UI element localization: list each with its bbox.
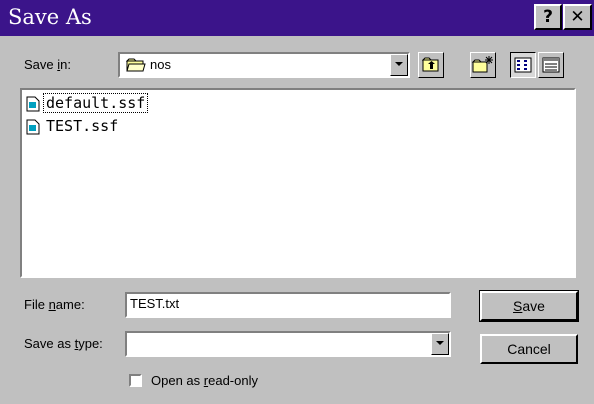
save-in-dropdown-arrow[interactable] [390, 54, 408, 76]
list-view-button[interactable] [510, 52, 536, 78]
read-only-label[interactable]: Open as read-only [151, 373, 258, 388]
save-in-value: nos [150, 57, 171, 72]
save-in-dropdown[interactable]: nos [118, 52, 410, 78]
help-icon: ? [543, 7, 553, 27]
create-new-folder-button[interactable] [470, 52, 496, 78]
details-view-button[interactable] [538, 52, 564, 78]
save-as-type-dropdown[interactable] [125, 331, 451, 357]
file-name-input[interactable]: TEST.txt [125, 292, 451, 318]
document-icon [26, 96, 40, 116]
close-button[interactable]: ✕ [563, 4, 592, 30]
file-name-label: File name: [24, 297, 85, 312]
file-name: TEST.ssf [46, 117, 119, 135]
up-one-level-button[interactable] [418, 52, 444, 78]
save-button[interactable]: Save [479, 290, 579, 322]
close-icon: ✕ [570, 7, 585, 27]
save-in-label: Save in: [24, 57, 71, 72]
help-button[interactable]: ? [534, 4, 562, 30]
file-list[interactable]: default.ssf TEST.ssf [20, 88, 576, 278]
folder-up-icon [422, 57, 439, 72]
document-icon [26, 119, 40, 139]
title-bar[interactable]: Save As ? ✕ [0, 0, 594, 36]
read-only-checkbox[interactable] [129, 374, 142, 387]
details-view-icon [542, 57, 560, 73]
folder-icon [125, 57, 146, 76]
file-name: default.ssf [42, 93, 149, 113]
cancel-button[interactable]: Cancel [480, 334, 578, 364]
chevron-down-icon [436, 341, 444, 345]
new-folder-icon [472, 56, 493, 73]
save-as-type-dropdown-arrow[interactable] [431, 333, 449, 355]
list-view-icon [514, 57, 532, 73]
save-as-type-label: Save as type: [24, 336, 103, 351]
save-as-dialog: Save As ? ✕ Save in: nos default.ssf TES… [0, 0, 594, 404]
window-title: Save As [8, 5, 92, 29]
chevron-down-icon [395, 62, 403, 66]
